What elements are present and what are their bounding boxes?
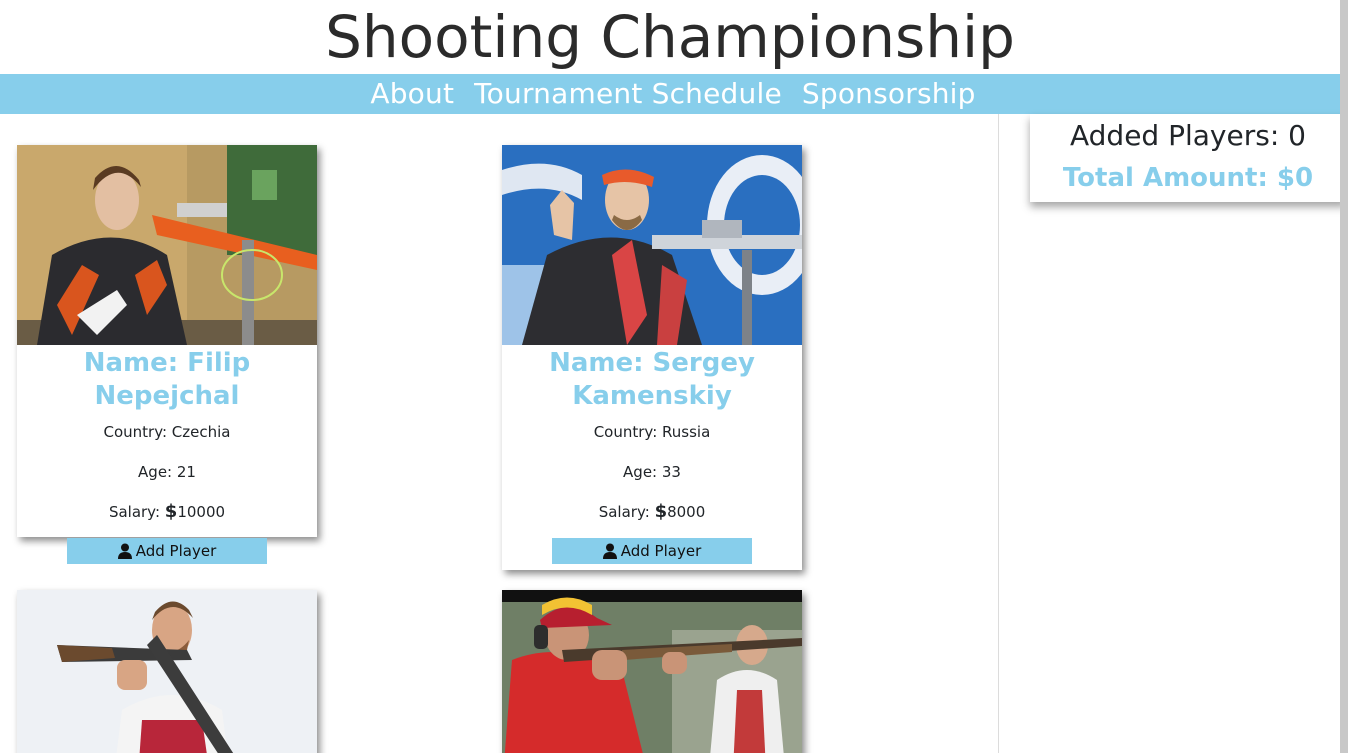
user-icon (117, 543, 132, 559)
player-age: Age: 21 (138, 463, 196, 481)
salary-label: Salary: (598, 503, 655, 521)
column-divider (998, 114, 999, 753)
dollar-icon: $ (164, 501, 178, 522)
total-amount: Total Amount: $0 (1062, 163, 1314, 193)
salary-label: Salary: (108, 503, 165, 521)
player-name: Name: Sergey Kamenskiy (549, 348, 755, 411)
main-navbar: About Tournament Schedule Sponsorship (0, 74, 1346, 114)
player-country: Country: Russia (593, 423, 711, 441)
player-photo (502, 145, 802, 345)
add-player-button[interactable]: Add Player (67, 538, 267, 564)
player-country: Country: Czechia (103, 423, 231, 441)
player-card (502, 590, 802, 753)
added-players-count: Added Players: 0 (1070, 119, 1306, 152)
user-icon (602, 543, 617, 559)
player-salary: Salary: $8000 (502, 502, 802, 522)
nav-link-about[interactable]: About (370, 74, 454, 114)
player-name: Name: Filip Nepejchal (83, 348, 251, 411)
player-salary: Salary: $10000 (17, 502, 317, 522)
salary-value: 8000 (667, 503, 706, 521)
salary-value: 10000 (177, 503, 226, 521)
player-photo (17, 145, 317, 345)
player-age: Age: 33 (623, 463, 681, 481)
player-card: Name: Sergey Kamenskiy Country: Russia A… (502, 145, 802, 570)
player-card (17, 590, 317, 753)
site-title: Shooting Championship (325, 3, 1015, 71)
dollar-icon: $ (654, 501, 668, 522)
player-photo (502, 590, 802, 753)
page-scrollbar[interactable] (1340, 0, 1348, 753)
add-player-label: Add Player (135, 542, 217, 560)
player-card: Name: Filip Nepejchal Country: Czechia A… (17, 145, 317, 564)
add-player-label: Add Player (620, 542, 702, 560)
nav-link-sponsorship[interactable]: Sponsorship (802, 74, 976, 114)
player-photo (17, 590, 317, 753)
nav-link-tournament-schedule[interactable]: Tournament Schedule (474, 74, 782, 114)
cart-summary: Added Players: 0 Total Amount: $0 (1030, 114, 1346, 202)
add-player-button[interactable]: Add Player (552, 538, 752, 564)
